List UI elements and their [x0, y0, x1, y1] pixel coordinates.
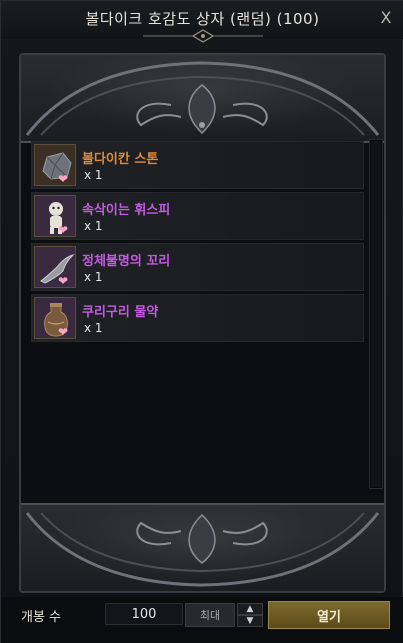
item-name: 속삭이는 휘스피 [82, 203, 171, 218]
item-name: 쿠리구리 물약 [82, 305, 159, 320]
affinity-heart-icon: ❤ [58, 274, 69, 288]
item-quantity: x 1 [84, 219, 103, 233]
close-button[interactable]: X [374, 5, 398, 29]
reward-list: ❤ 볼다이칸 스톤 x 1 ❤ 속삭이는 휘스피 x 1 ❤ 정체불명의 꼬리 … [31, 141, 364, 342]
list-item[interactable]: ❤ 볼다이칸 스톤 x 1 [31, 141, 364, 189]
open-count-input[interactable]: 100 [105, 603, 183, 625]
affinity-heart-icon: ❤ [58, 325, 69, 339]
max-button[interactable]: 최대 [185, 603, 235, 627]
open-count-label: 개봉 수 [21, 610, 62, 625]
list-item[interactable]: ❤ 쿠리구리 물약 x 1 [31, 294, 364, 342]
affinity-heart-icon: ❤ [58, 223, 69, 237]
list-item[interactable]: ❤ 속삭이는 휘스피 x 1 [31, 192, 364, 240]
item-quantity: x 1 [84, 270, 103, 284]
item-name: 정체불명의 꼬리 [82, 254, 171, 269]
stone-icon [34, 144, 76, 186]
dialog-title: 볼다이크 호감도 상자 (랜덤) (100) [85, 10, 320, 28]
list-item[interactable]: ❤ 정체불명의 꼬리 x 1 [31, 243, 364, 291]
frame-ornament-bottom [21, 503, 384, 591]
title-ornament-icon [143, 29, 263, 43]
dialog-window: 볼다이크 호감도 상자 (랜덤) (100) X ❤ 볼다이칸 스톤 x 1 ❤… [0, 0, 403, 643]
ornament-top-icon [25, 61, 380, 136]
scroll-thumb[interactable] [371, 141, 381, 487]
frame-ornament-top [21, 55, 384, 143]
item-quantity: x 1 [84, 168, 103, 182]
title-bar: 볼다이크 호감도 상자 (랜덤) (100) X [1, 1, 403, 43]
tail-icon [34, 246, 76, 288]
potion-icon [34, 297, 76, 339]
open-controls: 개봉 수 100 최대 ▲ ▼ 열기 [1, 597, 403, 643]
open-button[interactable]: 열기 [268, 601, 390, 629]
ornament-bottom-icon [25, 512, 380, 587]
doll-icon [34, 195, 76, 237]
quantity-stepper: ▲ ▼ [237, 603, 263, 627]
affinity-heart-icon: ❤ [58, 172, 69, 186]
item-quantity: x 1 [84, 321, 103, 335]
item-name: 볼다이칸 스톤 [82, 152, 159, 167]
list-scrollbar[interactable] [369, 139, 383, 489]
increase-button[interactable]: ▲ [237, 603, 263, 615]
decrease-button[interactable]: ▼ [237, 615, 263, 627]
